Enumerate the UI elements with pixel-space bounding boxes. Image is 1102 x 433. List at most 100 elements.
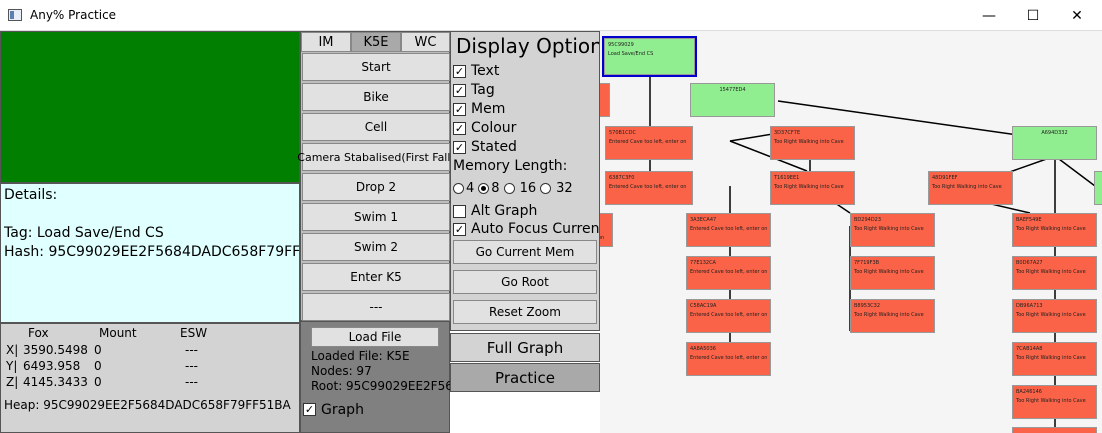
- option-alt-graph[interactable]: Alt Graph: [453, 203, 537, 219]
- option-text[interactable]: ✓ Text: [453, 63, 499, 79]
- graph-node-48D91FEF[interactable]: 48D91FEF Too Right Walking into Cave: [928, 171, 1013, 205]
- title-bar: Any% Practice — ☐ ✕: [0, 0, 1102, 31]
- esw-x: ---: [185, 343, 198, 357]
- root-text: Root: 95C99029EE2F568: [311, 379, 461, 393]
- option-auto-focus[interactable]: ✓ Auto Focus Current: [453, 221, 599, 237]
- load-panel: Load File Loaded File: K5E Nodes: 97 Roo…: [300, 321, 460, 433]
- fox-y: 6493.958: [23, 359, 81, 373]
- graph-node-3D37CF7E[interactable]: 3D37CF7E Too Right Walking into Cave: [770, 126, 855, 160]
- esw-header: ESW: [180, 326, 208, 340]
- coords-panel: Fox Mount ESW X| 3590.5498 0 --- Y| 6493…: [0, 323, 300, 433]
- mem-length-8-label: 8: [491, 181, 500, 196]
- option-tag-label: Tag: [471, 82, 495, 98]
- option-tag[interactable]: ✓ Tag: [453, 82, 495, 98]
- mount-header: Mount: [99, 326, 137, 340]
- split-button-bike[interactable]: Bike: [302, 83, 450, 111]
- heap-text: Heap: 95C99029EE2F5684DADC658F79FF51BA: [4, 398, 291, 412]
- graph-node-570B1CDC[interactable]: 570B1CDC Entered Cave too left, enter on: [605, 126, 693, 160]
- split-button-swim2[interactable]: Swim 2: [302, 233, 450, 261]
- tab-wc[interactable]: WC: [401, 32, 450, 52]
- loaded-file-text: Loaded File: K5E: [311, 349, 410, 363]
- graph-node-4A8A5036[interactable]: 4A8A5036 Entered Cave too left, enter on: [686, 342, 771, 376]
- details-hash: Hash: 95C99029EE2F5684DADC658F79FF51B: [4, 244, 300, 260]
- graph-node-15477ED4[interactable]: 15477ED4: [690, 83, 775, 117]
- mem-length-4-radio[interactable]: [453, 183, 464, 194]
- graph-node-6387C3F0[interactable]: 6387C3F0 Entered Cave too left, enter on: [605, 171, 693, 205]
- graph-canvas[interactable]: on 95C99029Load Save/End CS 15477ED4 A69…: [600, 31, 1102, 433]
- option-colour-label: Colour: [471, 120, 517, 136]
- graph-node-partial-right[interactable]: [1094, 171, 1102, 205]
- mem-length-32-radio[interactable]: [540, 183, 552, 194]
- axis-z: Z|: [6, 375, 19, 389]
- tab-k5e[interactable]: K5E: [351, 32, 401, 52]
- app-icon: [8, 9, 22, 21]
- graph-node-DB96A713[interactable]: DB96A713 Too Right Walking into Cave: [1012, 299, 1097, 333]
- mem-length-16-radio[interactable]: [503, 183, 515, 194]
- option-text-label: Text: [471, 63, 500, 79]
- reset-zoom-button[interactable]: Reset Zoom: [453, 300, 597, 324]
- stated-checkbox[interactable]: ✓: [453, 140, 466, 154]
- graph-node-B8953C32[interactable]: B8953C32 Too Right Walking into Cave: [850, 299, 935, 333]
- auto-focus-checkbox[interactable]: ✓: [453, 222, 466, 236]
- mem-length-8-radio[interactable]: [478, 183, 490, 194]
- split-button-empty[interactable]: ---: [302, 293, 450, 321]
- details-heading: Details:: [4, 187, 58, 203]
- esw-y: ---: [185, 359, 198, 373]
- split-button-swim1[interactable]: Swim 1: [302, 203, 450, 231]
- details-tag: Tag: Load Save/End CS: [4, 225, 164, 241]
- graph-node-B0D67A27[interactable]: B0D67A27 Too Right Walking into Cave: [1012, 256, 1097, 290]
- colour-checkbox[interactable]: ✓: [453, 121, 466, 135]
- option-stated-label: Stated: [471, 139, 517, 155]
- alt-graph-checkbox[interactable]: [453, 204, 466, 218]
- graph-checkbox[interactable]: ✓: [303, 403, 316, 416]
- split-button-camera[interactable]: Camera Stabalised(First Fall): [297, 143, 455, 171]
- maximize-button[interactable]: ☐: [1010, 0, 1056, 31]
- minimize-button[interactable]: —: [966, 0, 1012, 31]
- graph-node-C58AC19A[interactable]: C58AC19A Entered Cave too left, enter on: [686, 299, 771, 333]
- graph-node-partial-bottom[interactable]: [1012, 427, 1097, 433]
- mem-length-32-label: 32: [556, 181, 573, 196]
- split-button-enter-k5[interactable]: Enter K5: [302, 263, 450, 291]
- graph-node-77E132CA[interactable]: 77E132CA Entered Cave too left, enter on: [686, 256, 771, 290]
- graph-node-3A3ECA47[interactable]: 3A3ECA47 Entered Cave too left, enter on: [686, 213, 771, 247]
- go-root-button[interactable]: Go Root: [453, 270, 597, 294]
- graph-node-T1619EE1[interactable]: T1619EE1 Too Right Walking into Cave: [770, 171, 855, 205]
- graph-node-A694D332[interactable]: A694D332: [1012, 126, 1097, 160]
- mem-checkbox[interactable]: ✓: [453, 102, 466, 116]
- graph-node-root[interactable]: 95C99029 Load Save/End CS: [602, 36, 697, 77]
- graph-node-BA246146[interactable]: BA246146 Too Right Walking into Cave: [1012, 385, 1097, 419]
- tag-checkbox[interactable]: ✓: [453, 83, 466, 97]
- splits-panel: IM K5E WC Start Bike Cell Camera Stabali…: [297, 31, 455, 321]
- mount-z: 0: [94, 375, 102, 389]
- mem-length-16-label: 16: [519, 181, 537, 196]
- go-current-mem-button[interactable]: Go Current Mem: [453, 240, 597, 264]
- graph-node-7F719F3B[interactable]: 7F719F3B Too Right Walking into Cave: [850, 256, 935, 290]
- split-button-cell[interactable]: Cell: [302, 113, 450, 141]
- memory-length-label: Memory Length:: [453, 158, 568, 174]
- close-button[interactable]: ✕: [1054, 0, 1100, 31]
- fox-z: 4145.3433: [23, 375, 88, 389]
- nodes-text: Nodes: 97: [311, 364, 372, 378]
- option-stated[interactable]: ✓ Stated: [453, 139, 517, 155]
- full-graph-button[interactable]: Full Graph: [450, 333, 600, 362]
- option-mem[interactable]: ✓ Mem: [453, 101, 505, 117]
- graph-node-BAEF549E[interactable]: BAEF549E Too Right Walking into Cave: [1012, 213, 1097, 247]
- split-button-start[interactable]: Start: [302, 53, 450, 81]
- load-file-button[interactable]: Load File: [311, 327, 439, 347]
- axis-y: Y|: [6, 359, 18, 373]
- memory-length-options: 4 8 16 32: [453, 181, 573, 196]
- graph-node-partial-left-2[interactable]: on: [600, 213, 613, 247]
- practice-button[interactable]: Practice: [450, 363, 600, 392]
- graph-node-7CAB14A8[interactable]: 7CAB14A8 Too Right Walking into Cave: [1012, 342, 1097, 376]
- option-mem-label: Mem: [471, 101, 506, 117]
- graph-node-partial-left[interactable]: [600, 83, 610, 117]
- split-button-drop2[interactable]: Drop 2: [302, 173, 450, 201]
- mount-x: 0: [94, 343, 102, 357]
- fox-header: Fox: [28, 326, 49, 340]
- text-checkbox[interactable]: ✓: [453, 64, 466, 78]
- option-colour[interactable]: ✓ Colour: [453, 120, 516, 136]
- tab-im[interactable]: IM: [301, 32, 351, 52]
- alt-graph-label: Alt Graph: [471, 203, 538, 219]
- details-panel: Details: Tag: Load Save/End CS Hash: 95C…: [0, 183, 300, 323]
- graph-node-BD294D23[interactable]: BD294D23 Too Right Walking into Cave: [850, 213, 935, 247]
